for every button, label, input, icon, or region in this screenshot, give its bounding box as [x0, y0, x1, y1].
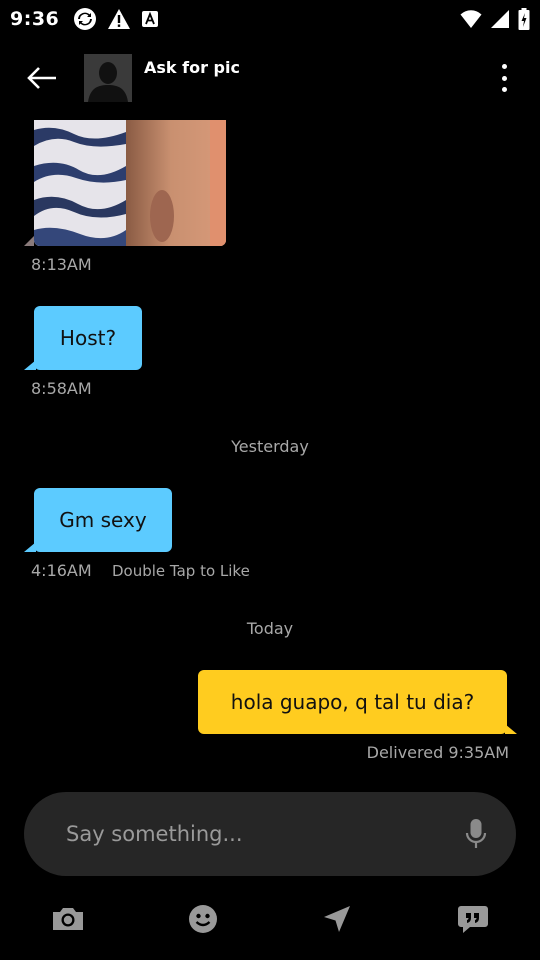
emoji-button[interactable]: [183, 901, 223, 937]
location-icon: [324, 906, 350, 932]
system-icons: [460, 8, 530, 30]
profile-silhouette-icon: [84, 54, 132, 102]
bottom-toolbar: [0, 895, 540, 943]
sync-icon: [74, 8, 97, 30]
message-bubble-incoming[interactable]: Host?: [34, 306, 142, 370]
status-time: 9:36: [10, 8, 60, 30]
emoji-icon: [189, 905, 217, 933]
message-composer: [24, 792, 516, 876]
avatar[interactable]: [84, 54, 132, 102]
chat-header: Ask for pic: [0, 46, 540, 110]
message-input[interactable]: [66, 822, 462, 846]
bubble-tail: [24, 360, 36, 370]
message-bubble-outgoing[interactable]: hola guapo, q tal tu dia?: [198, 670, 507, 734]
message-text: hola guapo, q tal tu dia?: [230, 690, 475, 714]
status-bar: 9:36: [0, 0, 540, 38]
warning-icon: [108, 9, 131, 29]
menu-dot: [501, 64, 507, 69]
bubble-tail: [505, 724, 517, 734]
chat-title[interactable]: Ask for pic: [144, 58, 240, 77]
camera-icon: [53, 908, 83, 930]
translate-icon: [142, 11, 159, 27]
message-time: 4:16AM: [31, 561, 92, 580]
more-options-button[interactable]: [492, 60, 516, 96]
arrow-left-icon: [27, 67, 56, 89]
camera-button[interactable]: [48, 901, 88, 937]
battery-icon: [518, 8, 530, 30]
back-button[interactable]: [24, 62, 60, 94]
delivery-status: Delivered 9:35AM: [366, 743, 509, 762]
message-text: Host?: [59, 326, 117, 350]
signal-icon: [491, 10, 509, 28]
message-bubble-incoming[interactable]: Gm sexy: [34, 488, 172, 552]
menu-dot: [501, 87, 507, 92]
message-text: Gm sexy: [59, 508, 147, 532]
date-divider: Yesterday: [231, 437, 309, 456]
menu-dot: [501, 75, 507, 81]
bubble-tail: [24, 542, 36, 552]
location-button[interactable]: [317, 901, 357, 937]
photo-thumbnail: [34, 120, 226, 246]
bubble-tail: [24, 236, 34, 246]
microphone-button[interactable]: [462, 816, 490, 852]
wifi-icon: [460, 10, 482, 28]
message-time: 8:58AM: [31, 379, 92, 398]
date-divider: Today: [246, 619, 294, 638]
phrases-button[interactable]: [453, 901, 493, 937]
double-tap-hint: Double Tap to Like: [112, 562, 250, 580]
microphone-icon: [465, 819, 487, 848]
message-time: 8:13AM: [31, 255, 92, 274]
notification-icons: [73, 7, 159, 31]
phrases-icon: [458, 906, 488, 933]
received-photo[interactable]: [34, 120, 226, 246]
